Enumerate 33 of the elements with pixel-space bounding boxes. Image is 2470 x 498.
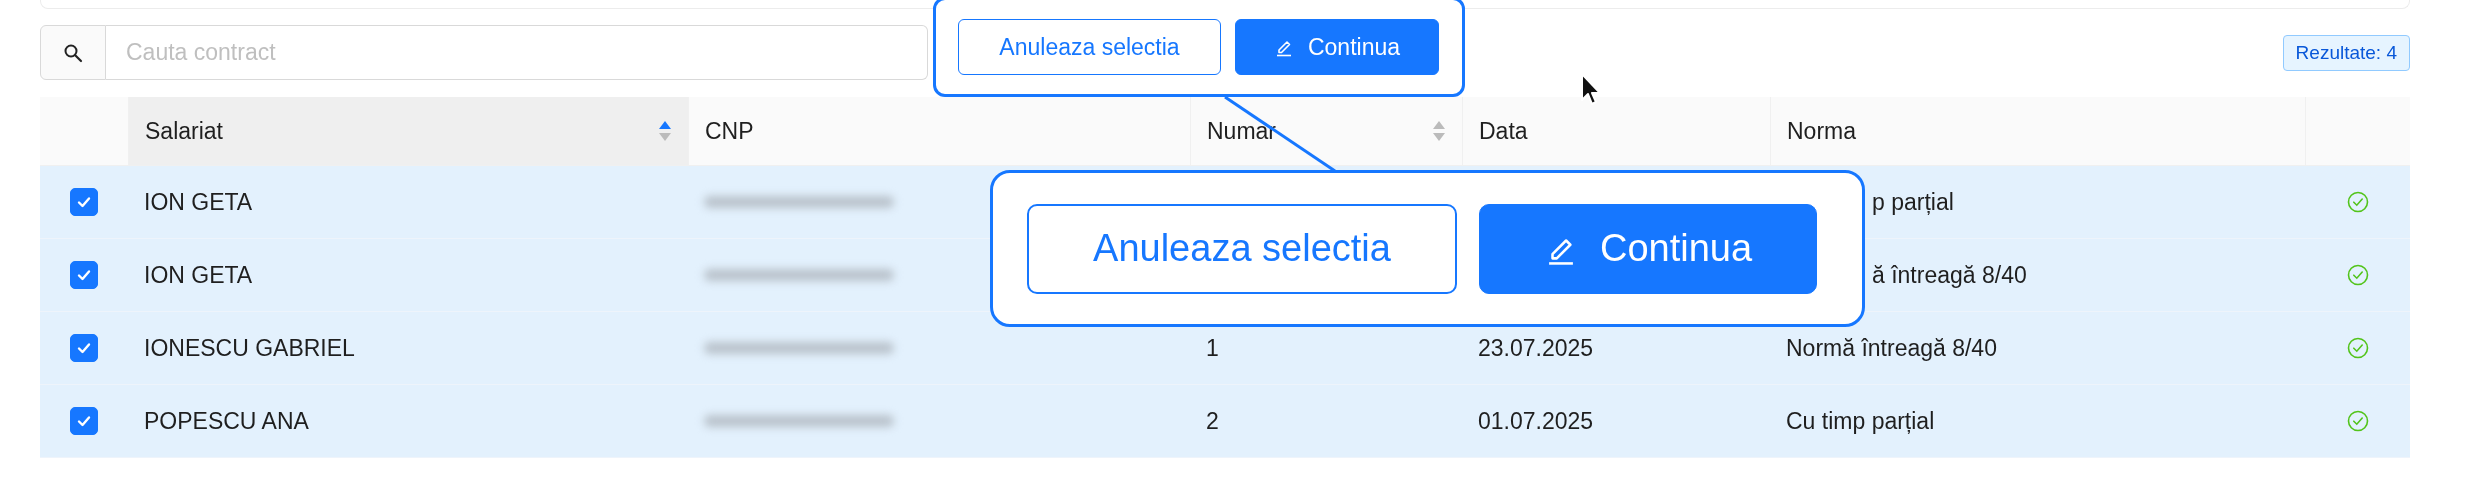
checkmark-icon <box>76 413 92 429</box>
table-cell: POPESCU ANA <box>144 407 309 435</box>
search-icon <box>63 42 83 63</box>
table-cell: p parțial <box>1872 188 1954 216</box>
column-header[interactable]: Numar <box>1190 97 1462 166</box>
checkmark-icon <box>76 340 92 356</box>
table-cell: 2 <box>1206 407 1219 435</box>
checkmark-icon <box>76 267 92 283</box>
continue-button[interactable]: Continua <box>1235 19 1439 75</box>
row-checkbox[interactable] <box>70 407 98 435</box>
cancel-selection-button[interactable]: Anuleaza selectia <box>958 19 1221 75</box>
row-checkbox[interactable] <box>70 334 98 362</box>
cancel-selection-button[interactable]: Anuleaza selectia <box>1027 203 1457 294</box>
row-checkbox[interactable] <box>70 261 98 289</box>
table-cell: 23.07.2025 <box>1478 334 1594 362</box>
table-cell: ă întreagă 8/40 <box>1872 261 2027 289</box>
table-cell: ION GETA <box>144 261 253 289</box>
table-cell: ION GETA <box>144 188 253 216</box>
table-cell: Cu timp parțial <box>1786 407 1935 435</box>
column-header[interactable]: Salariat <box>128 97 688 166</box>
checkmark-icon <box>76 194 92 210</box>
table-cell: 1 <box>1206 334 1219 362</box>
column-header[interactable]: CNP <box>688 97 1190 166</box>
results-count-badge: Rezultate: 4 <box>2282 34 2410 71</box>
table-cell: 01.07.2025 <box>1478 407 1594 435</box>
column-header[interactable]: Data <box>1462 97 1770 166</box>
column-header[interactable]: Norma <box>1770 97 2305 166</box>
search-button[interactable] <box>40 25 106 80</box>
table-cell: Normă întreagă 8/40 <box>1786 334 1997 362</box>
continue-button[interactable]: Continua <box>1479 203 1817 294</box>
table-cell: IONESCU GABRIEL <box>144 334 355 362</box>
row-checkbox[interactable] <box>70 188 98 216</box>
search-field[interactable]: Cauta contract <box>106 25 928 80</box>
